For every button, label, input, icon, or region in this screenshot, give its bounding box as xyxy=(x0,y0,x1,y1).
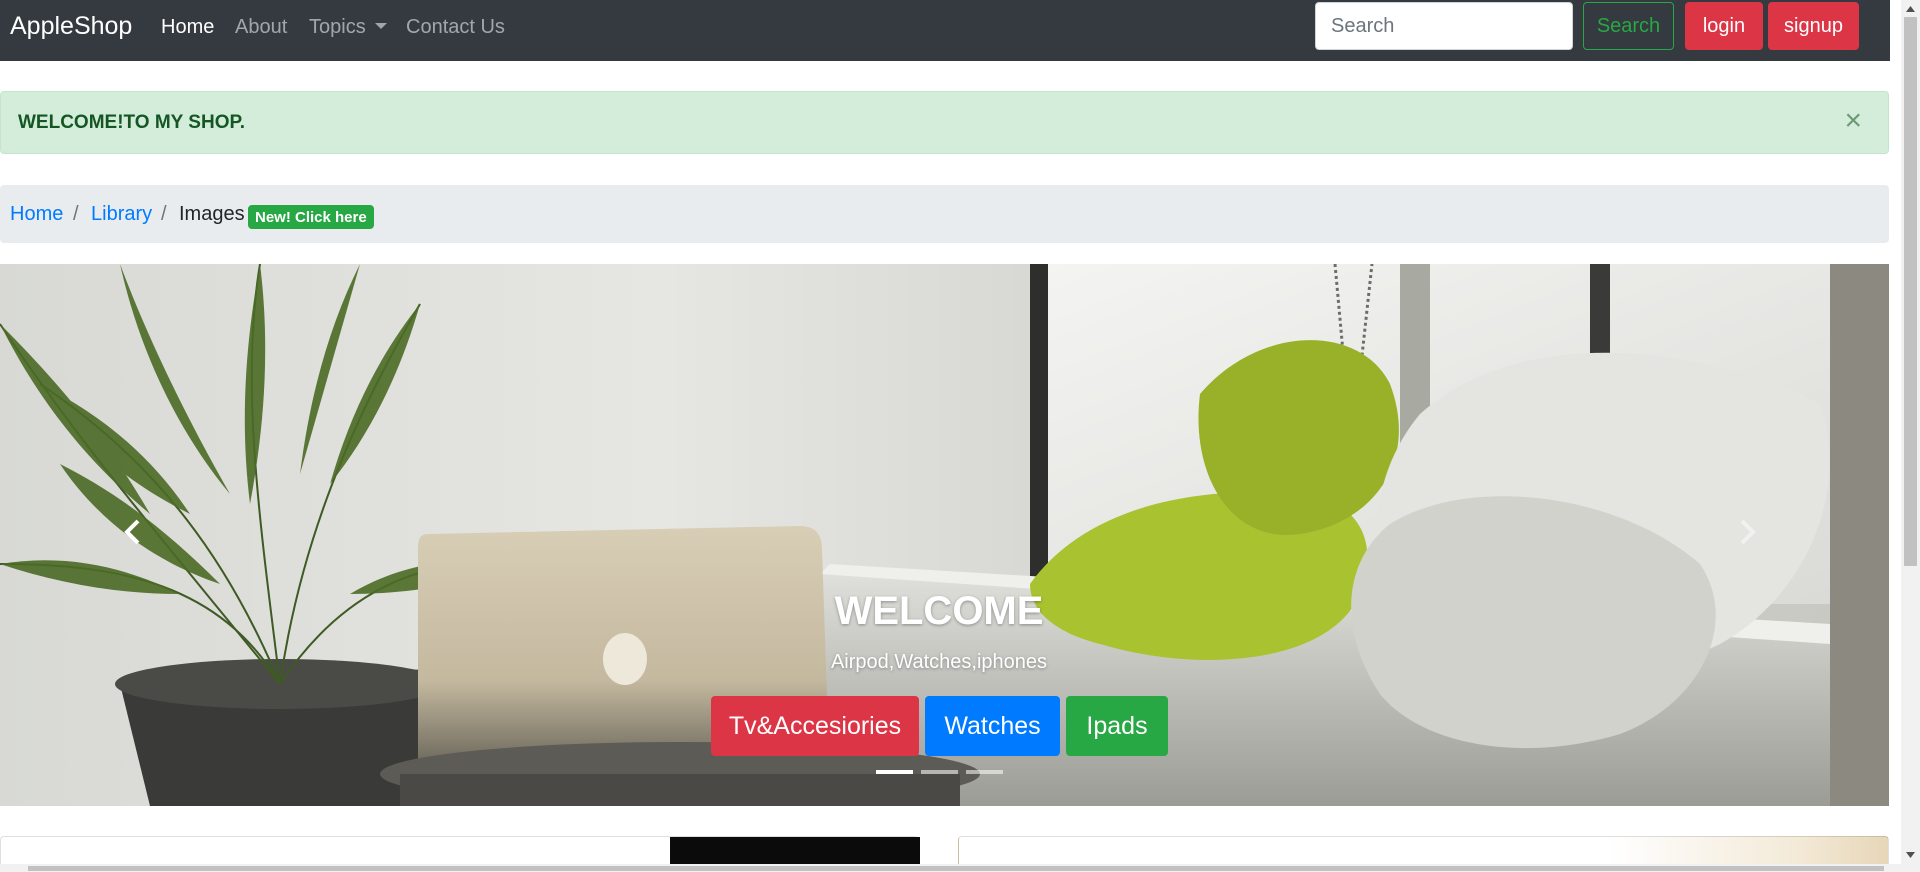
scroll-down-arrow-icon[interactable] xyxy=(1904,848,1917,862)
caret-down-icon xyxy=(374,23,387,30)
breadcrumb-library[interactable]: Library xyxy=(91,203,152,226)
scroll-up-arrow-icon[interactable] xyxy=(1904,2,1917,16)
vertical-scrollbar-thumb[interactable] xyxy=(1904,17,1917,566)
breadcrumb: Home / Library / Images New! Click here xyxy=(0,185,1889,243)
carousel-prev-control[interactable] xyxy=(118,507,148,557)
login-button[interactable]: login xyxy=(1685,2,1763,50)
top-navbar: AppleShop Home About Topics Contact Us S… xyxy=(0,0,1890,61)
breadcrumb-images: Images xyxy=(179,203,245,225)
carousel-caption-title: WELCOME xyxy=(834,589,1044,633)
new-badge[interactable]: New! Click here xyxy=(248,205,374,229)
nav-link-contact[interactable]: Contact Us xyxy=(406,16,505,39)
chevron-left-icon xyxy=(124,519,140,545)
horizontal-scrollbar-thumb[interactable] xyxy=(28,866,1884,871)
carousel-indicator-3[interactable] xyxy=(965,770,1003,774)
tv-accessories-button[interactable]: Tv&Accesiories xyxy=(711,696,919,756)
brand-logo[interactable]: AppleShop xyxy=(10,12,132,41)
carousel-indicators xyxy=(0,770,1878,774)
carousel-indicator-2[interactable] xyxy=(920,770,958,774)
hero-carousel: WELCOME Airpod,Watches,iphones Tv&Accesi… xyxy=(0,264,1889,806)
nav-link-home[interactable]: Home xyxy=(161,16,214,39)
carousel-next-control[interactable] xyxy=(1732,507,1762,557)
watches-button[interactable]: Watches xyxy=(925,696,1060,756)
carousel-indicator-1[interactable] xyxy=(875,770,913,774)
chevron-right-icon xyxy=(1740,519,1756,545)
welcome-alert: WELCOME!TO MY SHOP. × xyxy=(0,91,1889,154)
carousel-caption-subtitle: Airpod,Watches,iphones xyxy=(830,651,1048,673)
signup-button[interactable]: signup xyxy=(1768,2,1859,50)
close-icon[interactable]: × xyxy=(1844,106,1862,136)
breadcrumb-separator: / xyxy=(73,203,79,225)
search-input[interactable] xyxy=(1315,2,1573,50)
ipads-button[interactable]: Ipads xyxy=(1066,696,1168,756)
nav-link-topics[interactable]: Topics xyxy=(309,16,387,39)
search-button[interactable]: Search xyxy=(1583,2,1674,50)
nav-link-topics-label: Topics xyxy=(309,16,366,38)
breadcrumb-home[interactable]: Home xyxy=(10,203,63,226)
alert-text: WELCOME!TO MY SHOP. xyxy=(18,112,245,133)
nav-link-about[interactable]: About xyxy=(235,16,287,39)
breadcrumb-separator: / xyxy=(161,203,167,225)
